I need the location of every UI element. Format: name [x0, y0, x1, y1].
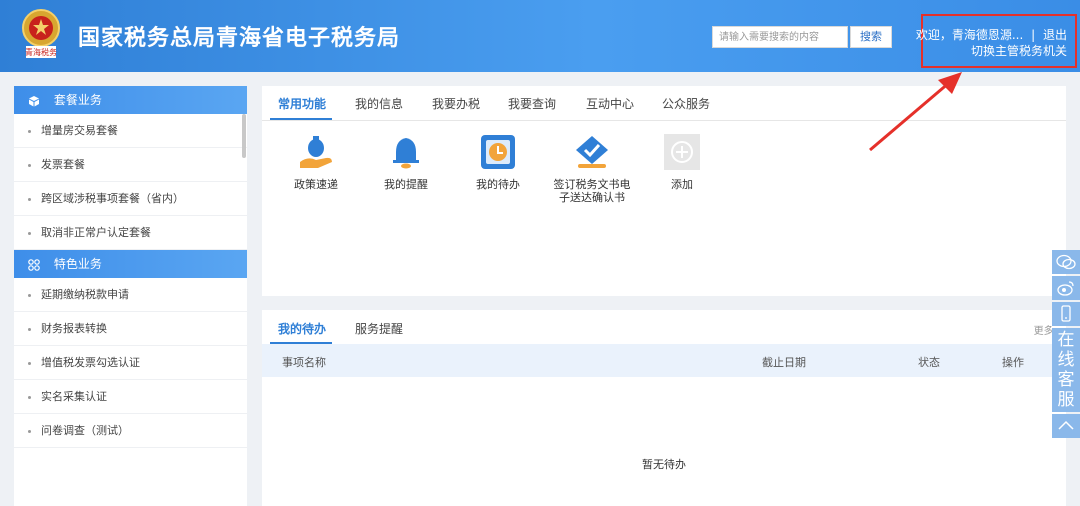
- sidebar-item[interactable]: 增量房交易套餐: [14, 114, 247, 148]
- sidebar-item[interactable]: 跨区域涉税事项套餐（省内）: [14, 182, 247, 216]
- function-e-delivery-confirmation[interactable]: 签订税务文书电子送达确认书: [550, 132, 634, 204]
- sidebar-scrollbar[interactable]: [242, 114, 246, 158]
- clock-icon: [481, 135, 515, 169]
- sidebar-item[interactable]: 发票套餐: [14, 148, 247, 182]
- sidebar-item-label: 问卷调查（测试）: [41, 424, 129, 437]
- sidebar-item-label: 增值税发票勾选认证: [41, 356, 140, 369]
- online-service-char: 客: [1057, 370, 1075, 390]
- function-label: 我的待办: [476, 178, 520, 191]
- sidebar-item-label: 取消非正常户认定套餐: [41, 226, 151, 239]
- bullet-icon: [28, 163, 31, 167]
- tab-query[interactable]: 我要查询: [508, 95, 556, 112]
- bullet-icon: [28, 327, 31, 331]
- sidebar-item-label: 增量房交易套餐: [41, 124, 118, 137]
- todo-table-header: 事项名称 截止日期 状态 操作: [262, 344, 1066, 377]
- main-tabs: 常用功能 我的信息 我要办税 我要查询 互动中心 公众服务: [262, 86, 1066, 121]
- tab-my-info[interactable]: 我的信息: [355, 95, 403, 112]
- sidebar-item[interactable]: 延期缴纳税款申请: [14, 278, 247, 312]
- logout-link[interactable]: 退出: [1043, 28, 1067, 42]
- sidebar-section-title: 套餐业务: [53, 93, 102, 107]
- tab-public-services[interactable]: 公众服务: [662, 95, 710, 112]
- sidebar-item[interactable]: 取消非正常户认定套餐: [14, 216, 247, 250]
- search-button[interactable]: 搜索: [850, 26, 892, 48]
- tab-service-reminders[interactable]: 服务提醒: [355, 320, 403, 337]
- function-label: 政策速递: [294, 178, 338, 191]
- column-header: 事项名称: [282, 356, 326, 369]
- function-policy-express[interactable]: 政策速递: [276, 132, 356, 191]
- sidebar-item[interactable]: 问卷调查（测试）: [14, 414, 247, 448]
- bullet-icon: [28, 293, 31, 297]
- user-line: 欢迎，青海德恩源... | 退出: [916, 26, 1067, 43]
- bullet-icon: [28, 429, 31, 433]
- function-label: 签订税务文书电子送达确认书: [553, 178, 631, 204]
- sidebar-item[interactable]: 实名采集认证: [14, 380, 247, 414]
- back-to-top-button[interactable]: [1052, 414, 1080, 438]
- bullet-icon: [28, 129, 31, 133]
- tab-common-functions[interactable]: 常用功能: [278, 95, 326, 112]
- wechat-icon: [1056, 254, 1076, 270]
- tab-tax-handling[interactable]: 我要办税: [432, 95, 480, 112]
- function-add[interactable]: 添加: [642, 132, 722, 191]
- column-header: 截止日期: [762, 356, 806, 369]
- sidebar-section-package[interactable]: 套餐业务: [14, 86, 247, 114]
- sidebar-section-special[interactable]: 特色业务: [14, 250, 247, 278]
- empty-state-text: 暂无待办: [642, 458, 686, 471]
- mobile-button[interactable]: [1052, 302, 1080, 326]
- separator: |: [1031, 28, 1036, 42]
- bullet-icon: [28, 361, 31, 365]
- bullet-icon: [28, 231, 31, 235]
- tab-interaction-center[interactable]: 互动中心: [586, 95, 634, 112]
- national-emblem-logo: 青海税务: [18, 8, 64, 66]
- weibo-button[interactable]: [1052, 276, 1080, 300]
- sidebar-item[interactable]: 财务报表转换: [14, 312, 247, 346]
- money-bag-hand-icon: [300, 136, 332, 168]
- sidebar-item[interactable]: 增值税发票勾选认证: [14, 346, 247, 380]
- todo-tabs: 我的待办 服务提醒 更多>: [262, 310, 1066, 345]
- sidebar-item-label: 延期缴纳税款申请: [41, 288, 129, 301]
- tab-my-todos[interactable]: 我的待办: [278, 320, 326, 337]
- site-title: 国家税务总局青海省电子税务局: [78, 26, 401, 51]
- bell-icon: [393, 138, 419, 169]
- welcome-user-link[interactable]: 欢迎，青海德恩源...: [916, 28, 1023, 42]
- function-label: 我的提醒: [384, 178, 428, 191]
- bullet-icon: [28, 395, 31, 399]
- search-input[interactable]: 请输入需要搜索的内容: [712, 26, 848, 48]
- online-service-char: 在: [1057, 330, 1075, 350]
- mobile-icon: [1061, 305, 1071, 322]
- user-info-box: 欢迎，青海德恩源... | 退出 切换主管税务机关: [916, 14, 1077, 68]
- plus-icon: [664, 134, 700, 170]
- grid-icon: [28, 258, 40, 271]
- common-functions-panel: 常用功能 我的信息 我要办税 我要查询 互动中心 公众服务 政策速递 我的提醒 …: [262, 86, 1066, 296]
- wechat-button[interactable]: [1052, 250, 1080, 274]
- cube-icon: [29, 95, 39, 106]
- bullet-icon: [28, 197, 31, 201]
- column-header: 操作: [1002, 356, 1024, 369]
- sidebar-item-label: 跨区域涉税事项套餐（省内）: [41, 192, 184, 205]
- sidebar-item-label: 财务报表转换: [41, 322, 107, 335]
- svg-text:青海税务: 青海税务: [25, 47, 57, 57]
- document-check-icon: [576, 136, 608, 168]
- active-tab-indicator: [270, 118, 332, 120]
- sidebar-item-label: 实名采集认证: [41, 390, 107, 403]
- sidebar-item-label: 发票套餐: [41, 158, 85, 171]
- online-service-button[interactable]: 在 线 客 服: [1052, 328, 1080, 412]
- weibo-icon: [1057, 281, 1074, 296]
- online-service-char: 线: [1057, 350, 1075, 370]
- chevron-up-icon: [1058, 420, 1074, 430]
- todo-panel: 我的待办 服务提醒 更多> 事项名称 截止日期 状态 操作 暂无待办: [262, 310, 1066, 506]
- switch-tax-org-link[interactable]: 切换主管税务机关: [971, 42, 1067, 59]
- sidebar-section-title: 特色业务: [53, 257, 102, 271]
- sidebar: 套餐业务 增量房交易套餐 发票套餐 跨区域涉税事项套餐（省内） 取消非正常户认定…: [14, 86, 247, 506]
- function-label: 添加: [671, 178, 693, 191]
- function-my-todos[interactable]: 我的待办: [458, 132, 538, 191]
- column-header: 状态: [918, 356, 940, 369]
- online-service-char: 服: [1057, 390, 1075, 410]
- function-my-reminders[interactable]: 我的提醒: [366, 132, 446, 191]
- header: 青海税务 国家税务总局青海省电子税务局 请输入需要搜索的内容 搜索 欢迎，青海德…: [0, 0, 1080, 72]
